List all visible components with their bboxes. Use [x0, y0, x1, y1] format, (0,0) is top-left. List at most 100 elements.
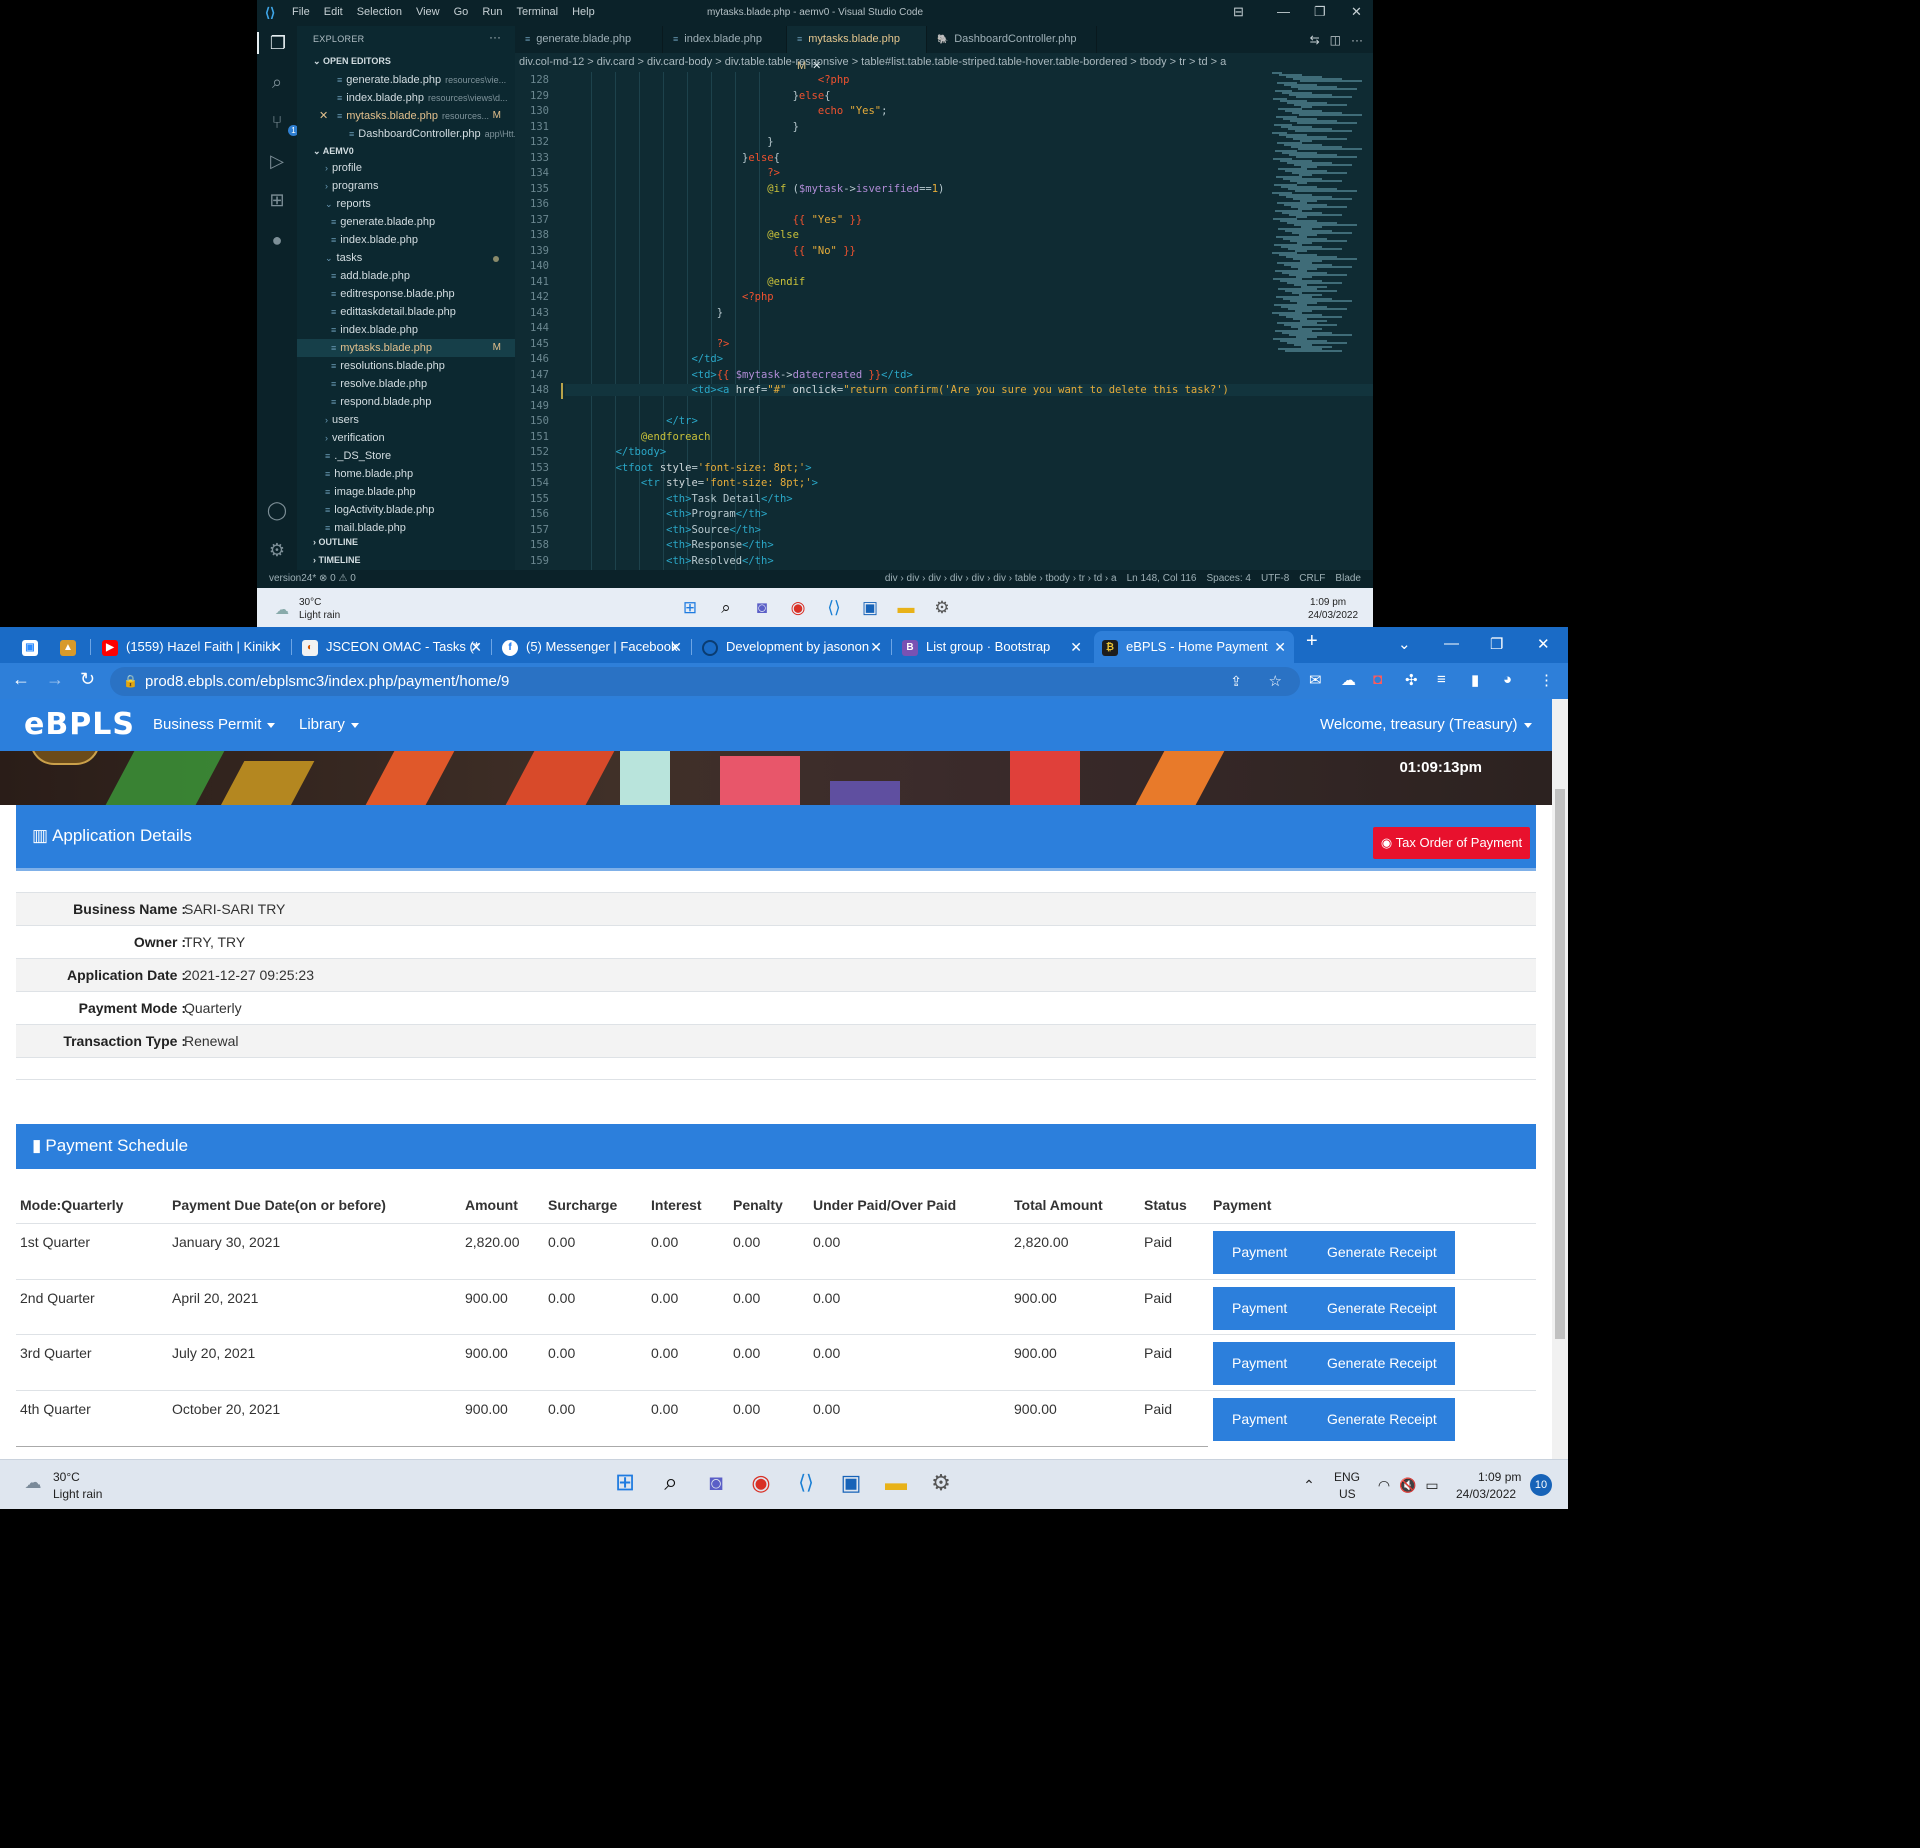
chrome-menu-icon[interactable]: ⋮ — [1539, 671, 1554, 689]
more-icon[interactable]: ··· — [1351, 33, 1363, 47]
profile-avatar-icon[interactable]: ◕ — [1503, 671, 1512, 688]
tree-file[interactable]: ≡ respond.blade.php — [297, 393, 515, 411]
chrome-icon[interactable]: ◉ — [787, 597, 809, 619]
open-editor-item[interactable]: ≡ index.blade.php resources\views\d... — [297, 89, 515, 107]
tab-search-icon[interactable]: ⌄ — [1398, 635, 1411, 653]
code-editor[interactable]: 128 <?php 129 }else{130 echo "Yes"; 131 } 1… — [515, 72, 1373, 570]
clock-date[interactable]: 24/03/2022 — [1456, 1487, 1516, 1501]
tree-file[interactable]: ≡ home.blade.php — [297, 465, 515, 483]
tree-folder[interactable]: › users — [297, 411, 515, 429]
user-menu[interactable]: Welcome, treasury (Treasury) — [1320, 716, 1532, 733]
code-line[interactable]: <th>Response</th> — [565, 539, 773, 551]
code-line[interactable]: } — [565, 121, 799, 133]
tree-file[interactable]: ≡ edittaskdetail.blade.php — [297, 303, 515, 321]
chrome-icon[interactable]: ◉ — [750, 1472, 772, 1494]
tab-messenger[interactable]: f (5) Messenger | Facebook ✕ — [494, 631, 690, 663]
generate-receipt-button[interactable]: Generate Receipt — [1327, 1287, 1437, 1330]
lock-icon[interactable]: 🔒 — [123, 667, 138, 696]
media-control-icon[interactable]: ≡ — [1437, 671, 1446, 688]
tab-generate[interactable]: ≡ generate.blade.php — [515, 26, 663, 53]
search-icon[interactable]: ⌕ — [715, 597, 737, 619]
extensions-puzzle-icon[interactable]: ✣ — [1405, 671, 1418, 689]
chat-icon[interactable]: ◙ — [751, 597, 773, 619]
code-line[interactable]: </td> — [565, 353, 723, 365]
nav-business-permit[interactable]: Business Permit — [153, 716, 276, 733]
account-icon[interactable]: ◯ — [266, 499, 288, 521]
status-item[interactable]: Ln 148, Col 116 — [1127, 573, 1197, 584]
code-line[interactable]: <?php — [565, 74, 850, 86]
code-line[interactable]: <th>Program</th> — [565, 508, 767, 520]
github-icon[interactable]: ● — [266, 229, 288, 251]
extension-mail-icon[interactable]: ✉ — [1309, 671, 1322, 689]
generate-receipt-button[interactable]: Generate Receipt — [1327, 1398, 1437, 1441]
tab-pinned-2[interactable]: ▲ — [52, 631, 86, 663]
tab-close-icon[interactable]: ✕ — [1070, 631, 1082, 663]
layout-icon[interactable]: ⊟ — [1233, 4, 1244, 20]
start-icon[interactable]: ⊞ — [679, 597, 701, 619]
open-editors-section[interactable]: ⌄ OPEN EDITORS — [297, 53, 515, 70]
page-scrollbar[interactable] — [1552, 699, 1568, 1459]
tree-file[interactable]: ≡ logActivity.blade.php — [297, 501, 515, 519]
tab-close-icon[interactable]: ✕ — [1274, 631, 1286, 663]
code-line[interactable]: </tbody> — [565, 446, 667, 458]
tab-dashboard-controller[interactable]: 🐘 DashboardController.php — [927, 26, 1097, 53]
minimize-button[interactable]: — — [1444, 635, 1459, 652]
reload-icon[interactable]: ↻ — [80, 669, 95, 690]
code-line[interactable]: ?> — [565, 338, 730, 350]
code-line[interactable]: @endforeach — [565, 431, 711, 443]
vscode-icon[interactable]: ⟨⟩ — [795, 1472, 817, 1494]
breadcrumb[interactable]: div.col-md-12 > div.card > div.card-body… — [515, 53, 1373, 71]
status-item[interactable]: CRLF — [1299, 573, 1325, 584]
tab-jsceon[interactable]: ◐ JSCEON OMAC - Tasks (* ✕ — [294, 631, 490, 663]
tree-folder[interactable]: ⌄ reports — [297, 195, 515, 213]
outline-section[interactable]: › OUTLINE — [297, 534, 515, 551]
minimize-button[interactable]: — — [1277, 4, 1290, 19]
side-panel-icon[interactable]: ▮ — [1471, 671, 1479, 689]
tab-close-icon[interactable]: ✕ — [870, 631, 882, 663]
code-line[interactable]: </tr> — [565, 415, 698, 427]
tab-development[interactable]: Development by jasonon ✕ — [694, 631, 890, 663]
status-item[interactable]: Spaces: 4 — [1206, 573, 1250, 584]
tree-file[interactable]: ≡ image.blade.php — [297, 483, 515, 501]
search-icon[interactable]: ⌕ — [660, 1471, 682, 1495]
settings-icon[interactable]: ⚙ — [930, 1472, 952, 1494]
photos-icon[interactable]: ▣ — [859, 597, 881, 619]
extension-pocket-icon[interactable]: ◘ — [1373, 671, 1382, 688]
wifi-icon[interactable]: ◠ — [1373, 1474, 1395, 1496]
tab-index[interactable]: ≡ index.blade.php — [663, 26, 787, 53]
forward-arrow-icon[interactable]: → — [46, 669, 64, 690]
search-icon[interactable]: ⌕ — [266, 71, 288, 93]
code-line[interactable]: @else — [565, 229, 799, 241]
run-debug-icon[interactable]: ▷ — [266, 150, 288, 172]
close-button[interactable]: ✕ — [1351, 4, 1362, 20]
code-line[interactable]: ?> — [565, 167, 780, 179]
code-line[interactable]: {{ "Yes" }} — [565, 214, 863, 226]
new-tab-button[interactable]: + — [1306, 630, 1318, 653]
code-line[interactable]: {{ "No" }} — [565, 245, 856, 257]
chat-icon[interactable]: ◙ — [705, 1472, 727, 1494]
file-explorer-icon[interactable]: ▬ — [895, 597, 917, 619]
timeline-section[interactable]: › TIMELINE — [297, 552, 515, 569]
project-section[interactable]: ⌄ AEMV0 — [297, 143, 515, 160]
share-icon[interactable]: ⇪ — [1230, 667, 1242, 696]
status-item[interactable]: div › div › div › div › div › div › tabl… — [885, 573, 1117, 584]
code-line[interactable]: echo "Yes"; — [565, 105, 888, 117]
tree-file[interactable]: ≡ generate.blade.php — [297, 213, 515, 231]
close-button[interactable]: ✕ — [1537, 635, 1550, 653]
more-actions-icon[interactable]: ··· — [489, 30, 501, 44]
code-line[interactable]: <th>Source</th> — [565, 524, 761, 536]
status-item[interactable]: UTF-8 — [1261, 573, 1289, 584]
code-line[interactable]: } — [565, 136, 773, 148]
close-icon[interactable]: ✕ — [319, 107, 328, 125]
tree-file[interactable]: ≡ index.blade.php — [297, 321, 515, 339]
vscode-icon[interactable]: ⟨⟩ — [823, 597, 845, 619]
back-arrow-icon[interactable]: ← — [12, 669, 30, 690]
nav-library[interactable]: Library — [299, 716, 359, 733]
tab-bootstrap[interactable]: B List group · Bootstrap ✕ — [894, 631, 1090, 663]
file-explorer-icon[interactable]: ▬ — [885, 1472, 907, 1494]
tab-zoom-pinned[interactable]: ▣ — [14, 631, 44, 663]
tab-close-icon[interactable]: ✕ — [470, 631, 482, 663]
show-hidden-icons-icon[interactable]: ⌃ — [1298, 1474, 1320, 1496]
split-editor-icon[interactable]: ◫ — [1330, 33, 1341, 47]
tree-file[interactable]: ≡ add.blade.php — [297, 267, 515, 285]
